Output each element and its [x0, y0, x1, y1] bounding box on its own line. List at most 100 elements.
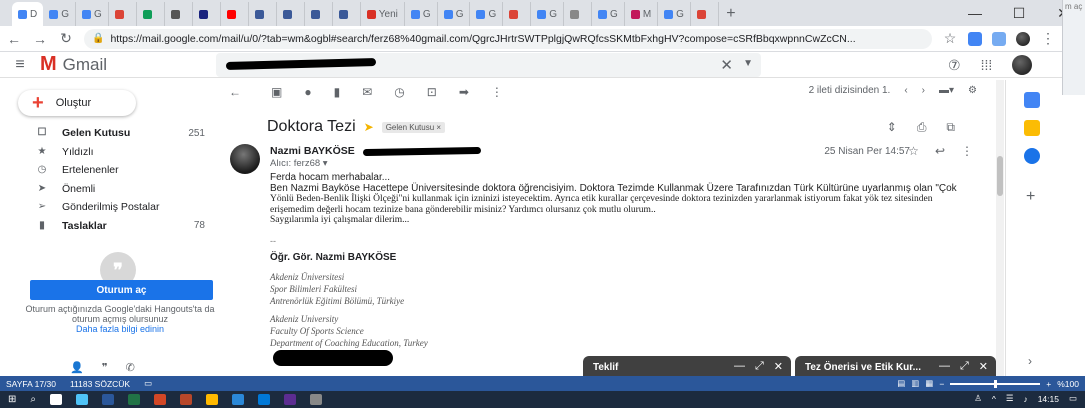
zoom-in-icon[interactable]: +: [1046, 379, 1051, 389]
taskbar-app-icon[interactable]: [50, 394, 62, 405]
show-side-panel-icon[interactable]: ›: [1028, 354, 1032, 368]
browser-tab[interactable]: [193, 2, 221, 26]
taskbar-app-icon[interactable]: [76, 394, 88, 405]
browser-tab[interactable]: G: [76, 2, 109, 26]
new-window-icon[interactable]: ⧉: [946, 120, 955, 135]
browser-tab[interactable]: [165, 2, 193, 26]
network-icon[interactable]: ☰: [1006, 393, 1014, 404]
learn-more-link[interactable]: Daha fazla bilgi edinin: [76, 324, 164, 334]
profile-avatar-icon[interactable]: [1016, 31, 1030, 46]
sidebar-item[interactable]: ▮ Taslaklar 78: [0, 217, 215, 236]
expand-all-icon[interactable]: ⇕: [887, 120, 897, 135]
sender-name[interactable]: Nazmi BAYKÖSE: [270, 145, 355, 157]
clock-time[interactable]: 14:15: [1038, 394, 1059, 404]
newer-icon[interactable]: ‹: [904, 85, 907, 96]
compose-button[interactable]: + Oluştur: [18, 90, 136, 116]
sidebar-item[interactable]: ★ Yıldızlı: [0, 143, 215, 162]
sidebar-item[interactable]: ➢ Gönderilmiş Postalar: [0, 198, 215, 217]
minimize-button[interactable]: —: [953, 5, 997, 21]
browser-tab[interactable]: [109, 2, 137, 26]
browser-tab[interactable]: M: [625, 2, 659, 26]
print-layout-icon[interactable]: ▥: [911, 378, 919, 389]
compose-popup-teklif[interactable]: Teklif — ⤢ ✕: [583, 356, 791, 378]
more-options-icon[interactable]: ⋮: [961, 144, 973, 158]
hangouts-chat-icon[interactable]: ❞: [102, 361, 108, 374]
taskbar-app-icon[interactable]: [102, 394, 114, 405]
browser-tab[interactable]: G: [592, 2, 625, 26]
sender-avatar[interactable]: [230, 144, 260, 174]
scrollbar-thumb[interactable]: [997, 156, 1003, 196]
browser-tab[interactable]: Yeni: [361, 2, 405, 26]
sidebar-item[interactable]: ◷ Ertelenenler: [0, 161, 215, 180]
notifications-icon[interactable]: ▭: [1069, 393, 1077, 404]
add-to-tasks-icon[interactable]: ⊡: [427, 85, 437, 99]
report-spam-icon[interactable]: ●: [304, 85, 311, 99]
more-icon[interactable]: ⋮: [491, 85, 503, 99]
phone-icon[interactable]: ✆: [126, 361, 135, 374]
menu-kebab-icon[interactable]: ⋮: [1040, 30, 1056, 47]
importance-marker-icon[interactable]: ➤: [364, 120, 374, 134]
reply-icon[interactable]: ↩: [935, 144, 945, 158]
maximize-button[interactable]: ☐: [997, 5, 1041, 22]
label-icon[interactable]: ➡: [459, 85, 469, 99]
bookmark-star-icon[interactable]: ☆: [942, 30, 958, 47]
browser-tab[interactable]: G: [470, 2, 504, 26]
reload-icon[interactable]: ↻: [58, 30, 74, 47]
url-field[interactable]: 🔒 https://mail.google.com/mail/u/0/?tab=…: [84, 28, 932, 49]
browser-tab[interactable]: G: [43, 2, 77, 26]
minimize-popup-icon[interactable]: —: [734, 360, 745, 373]
browser-tab[interactable]: [691, 2, 719, 26]
extension-icon[interactable]: [968, 31, 982, 46]
tasks-icon[interactable]: [1024, 148, 1040, 164]
minimize-popup-icon[interactable]: —: [939, 360, 950, 373]
main-menu-icon[interactable]: ≡: [0, 56, 40, 74]
fullscreen-popup-icon[interactable]: ⤢: [960, 360, 969, 373]
browser-tab[interactable]: G: [531, 2, 565, 26]
browser-tab[interactable]: D: [12, 2, 44, 26]
calendar-icon[interactable]: [1024, 92, 1040, 108]
browser-tab[interactable]: [221, 2, 249, 26]
taskbar-app-icon[interactable]: [232, 394, 244, 405]
back-icon[interactable]: ←: [6, 31, 22, 47]
browser-tab[interactable]: G: [438, 2, 471, 26]
proofing-icon[interactable]: ▭: [144, 378, 152, 389]
hangouts-signin-button[interactable]: Oturum aç: [30, 280, 213, 300]
inbox-label-chip[interactable]: Gelen Kutusu ×: [381, 121, 446, 133]
older-icon[interactable]: ›: [922, 85, 925, 96]
extension-icon[interactable]: [992, 31, 1006, 46]
taskbar-app-icon[interactable]: [154, 394, 166, 405]
browser-tab[interactable]: [137, 2, 165, 26]
new-tab-button[interactable]: +: [719, 2, 743, 26]
input-tools-icon[interactable]: ▬▾: [939, 85, 954, 96]
keep-icon[interactable]: [1024, 120, 1040, 136]
taskbar-app-icon[interactable]: [180, 394, 192, 405]
zoom-out-icon[interactable]: −: [939, 379, 944, 389]
browser-tab[interactable]: [277, 2, 305, 26]
taskbar-app-icon[interactable]: [310, 394, 322, 405]
settings-gear-icon[interactable]: ⚙: [968, 85, 977, 96]
taskbar-app-icon[interactable]: [128, 394, 140, 405]
sidebar-item[interactable]: ☐ Gelen Kutusu 251: [0, 124, 215, 143]
zoom-level[interactable]: %100: [1057, 379, 1079, 389]
search-input[interactable]: ✕ ▼: [216, 53, 761, 77]
page-indicator[interactable]: SAYFA 17/30: [6, 379, 56, 389]
taskbar-app-icon[interactable]: [258, 394, 270, 405]
print-icon[interactable]: ⎙: [917, 120, 927, 135]
browser-tab[interactable]: [564, 2, 593, 26]
browser-tab[interactable]: G: [405, 2, 438, 26]
get-addons-plus-icon[interactable]: +: [1026, 188, 1035, 206]
browser-tab[interactable]: [333, 2, 361, 26]
forward-icon[interactable]: →: [32, 31, 48, 47]
close-popup-icon[interactable]: ✕: [774, 360, 783, 373]
people-icon[interactable]: ♙: [974, 393, 982, 404]
word-count[interactable]: 11183 SÖZCÜK: [70, 379, 130, 389]
browser-tab[interactable]: [305, 2, 333, 26]
read-mode-icon[interactable]: ▤: [897, 378, 905, 389]
compose-popup-tez[interactable]: Tez Önerisi ve Etik Kur... — ⤢ ✕: [795, 356, 996, 378]
apps-grid-icon[interactable]: ⁞⁞⁞: [981, 57, 993, 73]
star-icon[interactable]: ☆: [908, 144, 919, 158]
tray-expand-icon[interactable]: ^: [992, 394, 996, 404]
web-layout-icon[interactable]: ▦: [925, 378, 933, 389]
mark-unread-icon[interactable]: ✉: [362, 85, 372, 99]
message-scrollbar[interactable]: [996, 80, 1004, 376]
